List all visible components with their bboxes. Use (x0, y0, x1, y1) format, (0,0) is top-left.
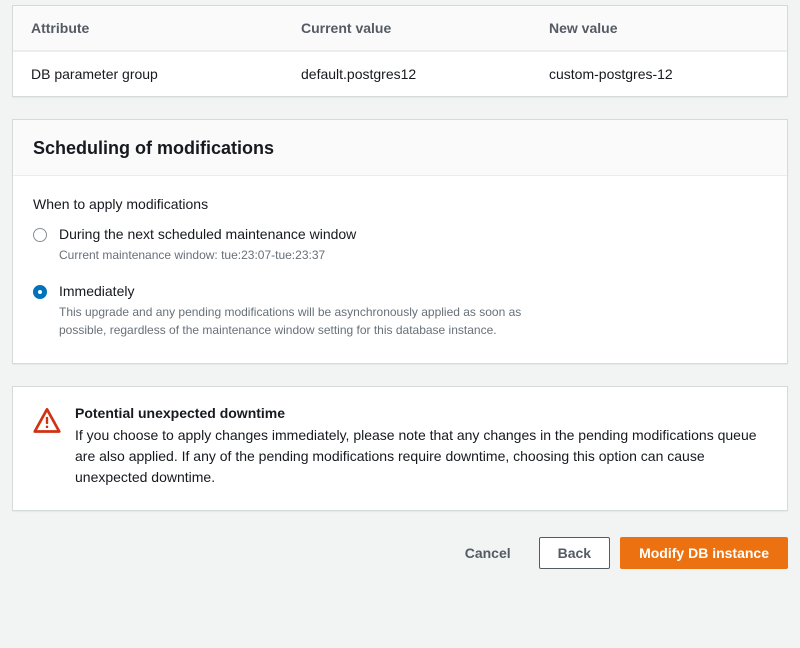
scheduling-panel: Scheduling of modifications When to appl… (12, 119, 788, 364)
summary-td-current: default.postgres12 (283, 52, 531, 96)
option-desc: This upgrade and any pending modificatio… (59, 303, 559, 339)
option-next-maintenance-window[interactable]: During the next scheduled maintenance wi… (33, 225, 767, 264)
cancel-button[interactable]: Cancel (447, 537, 529, 569)
warning-title: Potential unexpected downtime (75, 405, 767, 421)
summary-table-header: Attribute Current value New value (13, 6, 787, 51)
back-button[interactable]: Back (539, 537, 610, 569)
summary-td-new: custom-postgres-12 (531, 52, 787, 96)
option-desc: Current maintenance window: tue:23:07-tu… (59, 246, 356, 264)
radio-unselected-icon[interactable] (33, 228, 47, 242)
summary-td-attribute: DB parameter group (13, 52, 283, 96)
warning-panel: Potential unexpected downtime If you cho… (12, 386, 788, 511)
option-label: Immediately (59, 282, 559, 301)
summary-table-panel: Attribute Current value New value DB par… (12, 5, 788, 97)
option-immediately[interactable]: Immediately This upgrade and any pending… (33, 282, 767, 339)
warning-text: If you choose to apply changes immediate… (75, 425, 767, 488)
summary-table-row: DB parameter group default.postgres12 cu… (13, 51, 787, 96)
radio-selected-icon[interactable] (33, 285, 47, 299)
summary-th-new: New value (531, 6, 787, 50)
modify-db-instance-button[interactable]: Modify DB instance (620, 537, 788, 569)
warning-triangle-icon (33, 407, 61, 435)
scheduling-heading: Scheduling of modifications (13, 120, 787, 176)
scheduling-prompt: When to apply modifications (33, 196, 767, 212)
summary-th-current: Current value (283, 6, 531, 50)
footer-actions: Cancel Back Modify DB instance (0, 511, 800, 579)
summary-th-attribute: Attribute (13, 6, 283, 50)
option-label: During the next scheduled maintenance wi… (59, 225, 356, 244)
